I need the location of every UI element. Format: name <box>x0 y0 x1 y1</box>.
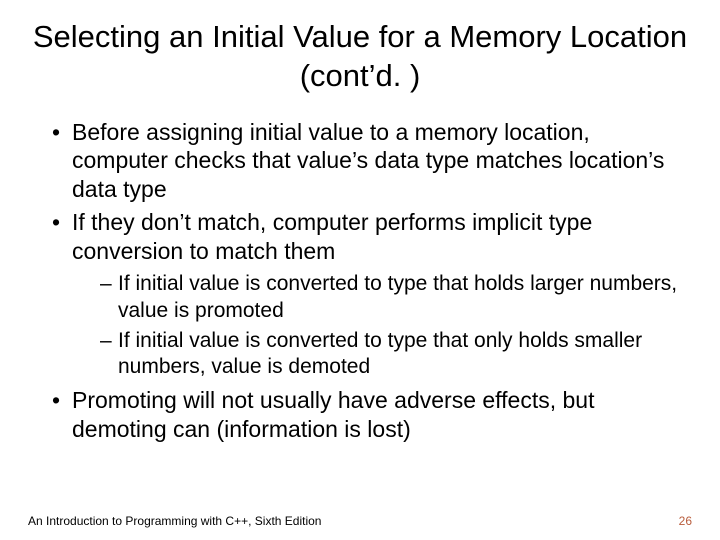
footer: An Introduction to Programming with C++,… <box>28 514 692 528</box>
page-number: 26 <box>679 514 692 528</box>
bullet-list-level1: Before assigning initial value to a memo… <box>28 118 692 444</box>
slide-title: Selecting an Initial Value for a Memory … <box>28 18 692 96</box>
bullet-item: Promoting will not usually have adverse … <box>52 386 692 444</box>
footer-left: An Introduction to Programming with C++,… <box>28 514 321 528</box>
slide: Selecting an Initial Value for a Memory … <box>0 0 720 540</box>
subbullet-item: If initial value is converted to type th… <box>100 328 692 381</box>
bullet-list-level2: If initial value is converted to type th… <box>72 271 692 380</box>
subbullet-item: If initial value is converted to type th… <box>100 271 692 324</box>
bullet-item: Before assigning initial value to a memo… <box>52 118 692 204</box>
bullet-text: If they don’t match, computer performs i… <box>72 209 592 264</box>
bullet-item: If they don’t match, computer performs i… <box>52 208 692 381</box>
